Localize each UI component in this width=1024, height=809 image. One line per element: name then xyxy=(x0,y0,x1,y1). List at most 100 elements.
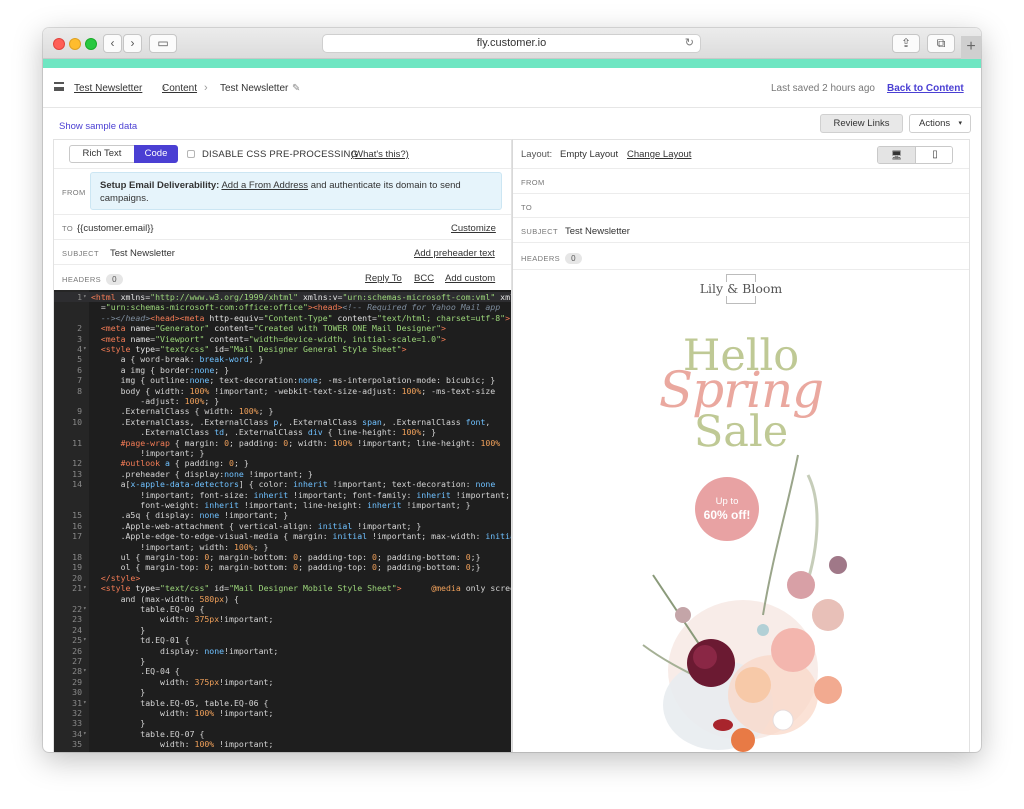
to-value[interactable]: {{customer.email}} xyxy=(77,223,154,234)
code-text: !important; } xyxy=(91,448,205,458)
tab-overview-button[interactable]: ⧉ xyxy=(927,34,955,53)
customize-link[interactable]: Customize xyxy=(451,223,496,234)
hamburger-menu-icon[interactable] xyxy=(54,82,64,91)
edit-pencil-icon[interactable]: ✎ xyxy=(292,83,300,94)
code-line[interactable]: 33 } xyxy=(54,718,511,728)
code-line[interactable]: and (max-width: 580px) { xyxy=(54,594,511,604)
code-text: .ExternalClass, .ExternalClass p, .Exter… xyxy=(91,416,491,427)
code-line[interactable]: 14 a[x-apple-data-detectors] { color: in… xyxy=(54,479,511,489)
review-links-button[interactable]: Review Links xyxy=(820,114,903,133)
chevron-right-icon: › xyxy=(130,36,135,50)
disable-css-checkbox[interactable] xyxy=(187,150,195,158)
code-line[interactable]: 18 ul { margin-top: 0; margin-bottom: 0;… xyxy=(54,552,511,562)
code-line[interactable]: !important; } xyxy=(54,448,511,458)
code-line[interactable]: --></head><head><meta http-equiv="Conten… xyxy=(54,313,511,323)
code-line[interactable]: 21 ▾ <style type="text/css" id="Mail Desi… xyxy=(54,583,511,593)
fold-arrow-icon[interactable]: ▾ xyxy=(83,729,87,739)
code-line[interactable]: 13 .preheader { display:none !important;… xyxy=(54,469,511,479)
change-layout-link[interactable]: Change Layout xyxy=(627,149,691,160)
zoom-window-button[interactable] xyxy=(85,38,97,50)
desktop-preview-button[interactable]: 🖥 xyxy=(878,147,916,163)
forward-button[interactable]: › xyxy=(123,34,142,53)
reply-to-link[interactable]: Reply To xyxy=(365,273,402,284)
browser-window: ‹ › ▭ fly.customer.io ↻ ⇪ ⧉ + Test Newsl… xyxy=(43,28,981,752)
reload-icon[interactable]: ↻ xyxy=(685,35,694,52)
code-line[interactable]: 22 ▾ table.EQ-00 { xyxy=(54,604,511,614)
code-line[interactable]: 4 ▾ <style type="text/css" id="Mail Desig… xyxy=(54,344,511,354)
code-line[interactable]: -adjust: 100%; } xyxy=(54,396,511,406)
fold-arrow-icon[interactable]: ▾ xyxy=(83,344,87,354)
code-line[interactable]: 27 } xyxy=(54,656,511,666)
minimize-window-button[interactable] xyxy=(69,38,81,50)
code-line[interactable]: 20 </style> xyxy=(54,573,511,583)
code-line[interactable]: 25 ▾ td.EQ-01 { xyxy=(54,635,511,645)
code-line[interactable]: 28 ▾ .EQ-04 { xyxy=(54,666,511,676)
subject-input[interactable]: Test Newsletter xyxy=(110,248,175,259)
code-line[interactable]: 3 <meta name="Viewport" content="width=d… xyxy=(54,334,511,344)
address-bar[interactable]: fly.customer.io ↻ xyxy=(322,34,701,53)
to-row: TO {{customer.email}} Customize xyxy=(54,215,511,240)
code-line[interactable]: 17 .Apple-edge-to-edge-visual-media { ma… xyxy=(54,531,511,541)
whats-this-link[interactable]: (What's this?) xyxy=(351,149,409,160)
code-line[interactable]: 1 ▾ <html xmlns="http://www.w3.org/1999/xh… xyxy=(54,292,511,303)
code-line[interactable]: 15 .a5q { display: none !important; } xyxy=(54,510,511,520)
code-text: width: 375px!important; xyxy=(91,676,274,687)
close-window-button[interactable] xyxy=(53,38,65,50)
fold-arrow-icon[interactable]: ▾ xyxy=(83,292,87,302)
add-preheader-link[interactable]: Add preheader text xyxy=(414,248,495,259)
breadcrumb-newsletter[interactable]: Test Newsletter xyxy=(74,83,142,94)
code-line[interactable]: .ExternalClass td, .ExternalClass div { … xyxy=(54,427,511,437)
rich-text-tab[interactable]: Rich Text xyxy=(69,145,135,163)
add-from-address-link[interactable]: Add a From Address xyxy=(221,180,308,191)
code-line[interactable]: 2 <meta name="Generator" content="Create… xyxy=(54,323,511,333)
fold-arrow-icon[interactable]: ▾ xyxy=(83,698,87,708)
code-line[interactable]: 5 a { word-break: break-word; } xyxy=(54,354,511,364)
code-line[interactable]: 19 ol { margin-top: 0; margin-bottom: 0;… xyxy=(54,562,511,572)
code-line[interactable]: 34 ▾ table.EQ-07 { xyxy=(54,729,511,739)
fold-arrow-icon[interactable]: ▾ xyxy=(83,635,87,645)
discount-badge: Up to 60% off! xyxy=(695,477,759,541)
code-line[interactable]: 9 .ExternalClass { width: 100%; } xyxy=(54,406,511,416)
code-line[interactable]: 7 img { outline:none; text-decoration:no… xyxy=(54,375,511,385)
code-line[interactable]: !important; width: 100%; } xyxy=(54,542,511,552)
fold-arrow-icon[interactable]: ▾ xyxy=(83,583,87,593)
code-line[interactable]: 32 width: 100% !important; xyxy=(54,708,511,718)
line-number: 25 xyxy=(72,635,82,646)
fold-arrow-icon[interactable]: ▾ xyxy=(83,666,87,676)
line-number: 17 xyxy=(72,531,82,542)
line-number: 20 xyxy=(72,572,82,583)
code-line[interactable]: 11 #page-wrap { margin: 0; padding: 0; w… xyxy=(54,438,511,448)
code-line[interactable]: ="urn:schemas-microsoft-com:office:offic… xyxy=(54,302,511,312)
from-label: FROM xyxy=(62,188,86,197)
code-line[interactable]: 16 .Apple-web-attachment { vertical-alig… xyxy=(54,521,511,531)
code-line[interactable]: 10 .ExternalClass, .ExternalClass p, .Ex… xyxy=(54,417,511,427)
code-line[interactable]: 31 ▾ table.EQ-05, table.EQ-06 { xyxy=(54,698,511,708)
code-line[interactable]: 23 width: 375px!important; xyxy=(54,614,511,624)
actions-dropdown[interactable]: Actions ▾ xyxy=(909,114,971,133)
code-line[interactable]: 8 body { width: 100% !important; -webkit… xyxy=(54,386,511,396)
code-editor[interactable]: 1 ▾ <html xmlns="http://www.w3.org/1999/xh… xyxy=(54,290,511,752)
code-line[interactable]: 24 } xyxy=(54,625,511,635)
chevron-left-icon: ‹ xyxy=(110,36,115,50)
code-line[interactable]: 29 width: 375px!important; xyxy=(54,677,511,687)
code-line[interactable]: !important; font-size: inherit !importan… xyxy=(54,490,511,500)
new-tab-button[interactable]: + xyxy=(961,36,981,59)
sidebar-toggle-button[interactable]: ▭ xyxy=(149,34,177,53)
code-line[interactable]: 12 #outlook a { padding: 0; } xyxy=(54,458,511,468)
add-custom-link[interactable]: Add custom xyxy=(445,273,495,284)
fold-arrow-icon[interactable]: ▾ xyxy=(83,604,87,614)
code-line[interactable]: 35 width: 100% !important; xyxy=(54,739,511,749)
code-line[interactable]: 26 display: none!important; xyxy=(54,646,511,656)
show-sample-data-link[interactable]: Show sample data xyxy=(59,121,137,132)
code-line[interactable]: 6 a img { border:none; } xyxy=(54,365,511,375)
back-button[interactable]: ‹ xyxy=(103,34,122,53)
code-tab[interactable]: Code xyxy=(134,145,178,163)
back-to-content-link[interactable]: Back to Content xyxy=(887,83,964,94)
code-line[interactable]: font-weight: inherit !important; line-he… xyxy=(54,500,511,510)
code-line[interactable]: 30 } xyxy=(54,687,511,697)
mobile-preview-button[interactable]: ▯ xyxy=(916,147,952,163)
deliverability-notice: Setup Email Deliverability: Add a From A… xyxy=(90,172,502,210)
share-button[interactable]: ⇪ xyxy=(892,34,920,53)
breadcrumb-content[interactable]: Content xyxy=(162,83,197,94)
bcc-link[interactable]: BCC xyxy=(414,273,434,284)
